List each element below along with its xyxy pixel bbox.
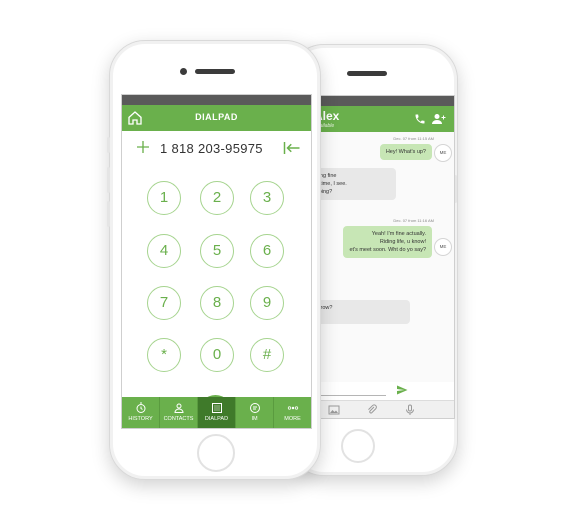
key-hash[interactable]: # bbox=[250, 338, 284, 372]
message-line: Riding life, u know! bbox=[379, 239, 426, 245]
dialpad-header: DIALPAD bbox=[122, 105, 311, 131]
home-button[interactable] bbox=[197, 434, 235, 472]
tab-label: MORE bbox=[284, 416, 301, 422]
key-4[interactable]: 4 bbox=[147, 234, 181, 268]
page-title: DIALPAD bbox=[195, 112, 238, 122]
sender-avatar: ME bbox=[434, 238, 452, 256]
microphone-icon[interactable] bbox=[404, 404, 416, 416]
dialpad-icon bbox=[211, 403, 222, 413]
key-3[interactable]: 3 bbox=[250, 181, 284, 215]
key-1[interactable]: 1 bbox=[147, 181, 181, 215]
tab-history[interactable]: HISTORY bbox=[122, 397, 160, 428]
image-icon[interactable] bbox=[328, 404, 340, 416]
history-icon bbox=[136, 402, 145, 413]
key-7[interactable]: 7 bbox=[147, 286, 181, 320]
sender-avatar: ME bbox=[434, 144, 452, 162]
outgoing-message: Yeah! I'm fine actually. Riding life, u … bbox=[343, 226, 432, 258]
key-5[interactable]: 5 bbox=[200, 234, 234, 268]
paperclip-icon[interactable] bbox=[366, 404, 378, 416]
number-display-row: 1 818 203-95975 bbox=[122, 139, 311, 159]
chat-screen: Alex Available Dec. 07 from 11:15 AM Hey… bbox=[303, 95, 455, 419]
chat-icon bbox=[249, 403, 260, 413]
key-8[interactable]: 8 bbox=[200, 286, 234, 320]
tab-dialpad[interactable]: DIALPAD bbox=[198, 397, 236, 428]
contacts-icon bbox=[173, 403, 184, 413]
tab-im[interactable]: IM bbox=[236, 397, 274, 428]
tab-more[interactable]: MORE bbox=[274, 397, 311, 428]
tab-label: DIALPAD bbox=[204, 416, 229, 422]
key-0[interactable]: 0 bbox=[200, 338, 234, 372]
volume-down-button bbox=[107, 201, 110, 227]
add-contact-icon[interactable] bbox=[432, 113, 446, 125]
key-6[interactable]: 6 bbox=[250, 234, 284, 268]
key-star[interactable]: * bbox=[147, 338, 181, 372]
message-list: Dec. 07 from 11:15 AM Hey! What's up? ME… bbox=[304, 132, 454, 382]
tab-label: CONTACTS bbox=[163, 416, 194, 422]
message-timestamp: Dec. 07 from 11:15 AM bbox=[393, 136, 434, 141]
attachment-bar bbox=[304, 400, 454, 418]
volume-up-button bbox=[107, 167, 110, 193]
speaker-grille bbox=[195, 69, 235, 74]
outgoing-message: Hey! What's up? bbox=[379, 144, 432, 160]
dialpad-screen: DIALPAD 1 818 203-95975 1 2 3 4 5 6 7 8 … bbox=[121, 94, 312, 429]
plus-icon[interactable] bbox=[135, 139, 151, 155]
speaker-grille bbox=[347, 71, 387, 76]
tab-label: IM bbox=[251, 416, 258, 422]
tab-label: HISTORY bbox=[128, 416, 153, 422]
message-timestamp: Dec. 07 from 11:16 AM bbox=[393, 218, 434, 223]
phone-icon[interactable] bbox=[414, 113, 426, 125]
key-2[interactable]: 2 bbox=[200, 181, 234, 215]
backspace-icon[interactable] bbox=[283, 141, 301, 155]
message-line: Hey! What's up? bbox=[385, 149, 426, 155]
dialed-number[interactable]: 1 818 203-95975 bbox=[160, 141, 263, 156]
status-bar bbox=[304, 96, 454, 106]
status-bar bbox=[122, 95, 311, 105]
send-icon[interactable] bbox=[396, 384, 408, 396]
bottom-tab-bar: HISTORY CONTACTS DIALPAD IM MORE bbox=[122, 397, 311, 428]
chat-home-button[interactable] bbox=[341, 429, 375, 463]
message-line: et's meet soon. Wht do yo say? bbox=[349, 247, 426, 253]
more-icon bbox=[287, 406, 298, 410]
dialpad-phone: DIALPAD 1 818 203-95975 1 2 3 4 5 6 7 8 … bbox=[107, 40, 321, 480]
chat-header: Alex Available bbox=[304, 106, 454, 132]
message-input-row bbox=[304, 382, 454, 400]
message-line: Yeah! I'm fine actually. bbox=[371, 231, 426, 237]
tab-contacts[interactable]: CONTACTS bbox=[160, 397, 198, 428]
mute-switch bbox=[107, 137, 110, 153]
key-9[interactable]: 9 bbox=[250, 286, 284, 320]
message-line: omorrow? bbox=[308, 304, 404, 312]
front-camera bbox=[180, 68, 187, 75]
